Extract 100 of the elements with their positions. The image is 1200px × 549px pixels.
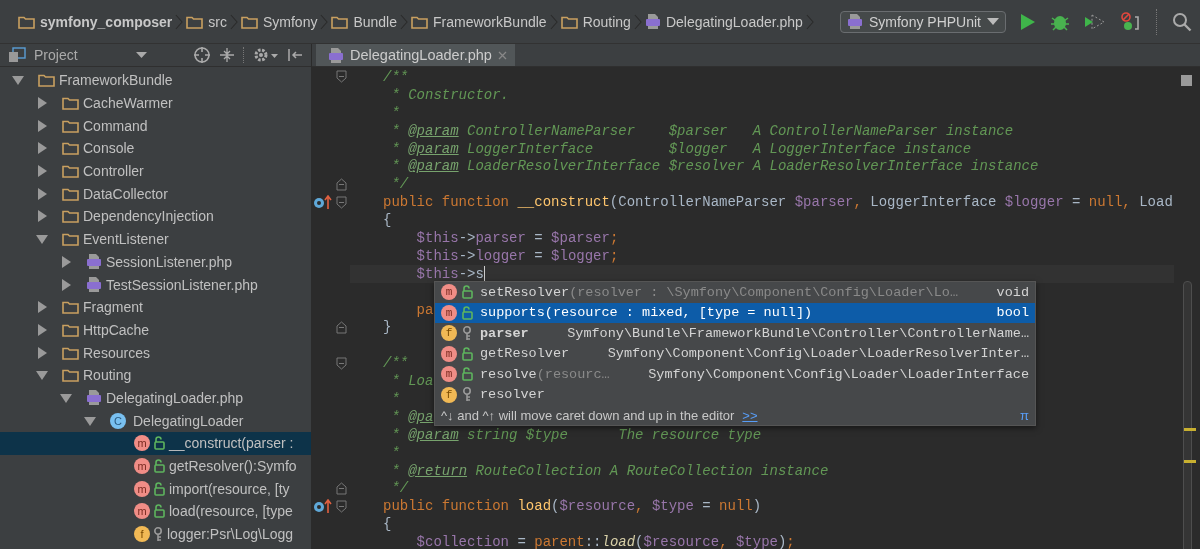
collapsed-arrow-icon[interactable] [36,97,48,110]
run-config-dropdown[interactable]: Symfony PHPUnit [839,10,1006,33]
tree-item[interactable]: Routing [0,363,311,387]
collapse-icon[interactable] [219,47,235,63]
pin-icon[interactable]: π [1020,407,1029,423]
folder-icon [62,96,79,111]
tree-item[interactable]: Command [0,114,311,138]
breadcrumb[interactable]: Routing [582,13,631,30]
tree-item[interactable]: Controller [0,159,311,183]
completion-item[interactable]: m getResolver Symfony\Component\Config\Loader\LoaderResolverInter… [435,343,1035,364]
method-icon: m [441,304,457,321]
code-line: * @param LoggerInterface $logger A LoggerInterface instance [390,139,972,158]
breadcrumb[interactable]: symfony_composer [40,13,173,30]
coverage-icon[interactable] [1084,12,1106,31]
tree-item[interactable]: Console [0,137,311,160]
folder-icon [62,345,79,360]
breadcrumb[interactable]: FrameworkBundle [433,13,547,30]
expanded-arrow-icon[interactable] [84,414,96,427]
collapsed-arrow-icon[interactable] [36,301,48,314]
hint-link[interactable]: >> [742,407,758,423]
tree-item[interactable]: CacheWarmer [0,91,311,115]
php-file-icon [846,13,863,30]
fold-icon[interactable] [335,499,347,513]
expanded-arrow-icon[interactable] [36,369,48,382]
gear-icon[interactable] [253,47,279,63]
expanded-arrow-icon[interactable] [60,391,72,404]
folder-icon [62,322,79,337]
editor-tab[interactable]: DelegatingLoader.php [316,44,515,66]
completion-item[interactable]: f parser Symfony\Bundle\FrameworkBundle\Controller\ControllerName… [435,323,1035,344]
collapsed-arrow-icon[interactable] [36,119,48,132]
class-icon: C [110,412,126,429]
collapsed-arrow-icon[interactable] [36,165,48,178]
fold-icon[interactable] [335,177,347,191]
folder-icon [18,14,35,29]
code-line: * @param ControllerNameParser $parser A ControllerNameParser instance [390,121,1014,140]
expanded-arrow-icon[interactable] [36,233,48,246]
hide-panel-icon[interactable] [287,48,303,62]
expanded-arrow-icon[interactable] [12,74,24,87]
tree-item[interactable]: f logger:Psr\Log\Logg [0,522,311,546]
field-icon: f [134,526,150,543]
completion-item[interactable]: m resolve(resourc… Symfony\Component\Config\Loader\LoaderInterface [435,364,1035,385]
completion-item[interactable]: f resolver [435,384,1035,405]
collapsed-arrow-icon[interactable] [36,187,48,200]
code-line: public function load($resource, $type = null) [382,497,762,516]
override-icon[interactable] [313,499,333,514]
breadcrumb[interactable]: DelegatingLoader.php [665,13,803,30]
panel-title[interactable]: Project [34,47,78,63]
key-icon [153,526,163,542]
completion-item[interactable]: m setResolver(resolver : \Symfony\Component\Config\Loader\Lo… void [435,282,1035,303]
lock-icon [153,459,165,474]
code-line: /** [382,68,409,86]
fold-icon[interactable] [335,70,347,84]
caret-icon[interactable] [135,51,147,59]
method-icon: m [134,458,150,475]
tree-item[interactable]: m load(resource, [type [0,500,311,523]
collapsed-arrow-icon[interactable] [60,255,72,268]
collapsed-arrow-icon[interactable] [60,278,72,291]
tree-item[interactable]: Fragment [0,295,311,319]
lock-icon [461,305,473,320]
fold-icon[interactable] [335,320,347,334]
method-icon: m [441,345,457,362]
tree-item[interactable]: m import(resource, [ty [0,477,311,501]
breadcrumb[interactable]: Bundle [353,13,397,30]
tree-item[interactable]: TestSessionListener.php [0,273,311,296]
tree-item[interactable]: HttpCache [0,318,311,342]
code-line: /** [382,354,409,373]
lock-icon [153,504,165,519]
code-line: */ [390,175,409,194]
tree-item[interactable]: SessionListener.php [0,250,311,274]
tree-item[interactable]: C DelegatingLoader [0,409,311,432]
fold-icon[interactable] [335,195,347,209]
folder-icon [62,209,79,224]
tree-item[interactable]: DataCollector [0,182,311,206]
breadcrumb[interactable]: Symfony [262,13,318,30]
tree-item[interactable]: DelegatingLoader.php [0,386,311,410]
lock-icon [153,436,165,451]
tree-item[interactable]: Resources [0,341,311,364]
collapsed-arrow-icon[interactable] [36,142,48,155]
crosshair-icon[interactable] [193,46,211,64]
tree-item[interactable]: DependencyInjection [0,205,311,228]
run-icon[interactable] [1020,12,1036,31]
override-icon[interactable] [313,195,333,210]
fold-icon[interactable] [335,481,347,495]
stop-debug-icon[interactable] [1120,11,1142,32]
breadcrumb[interactable]: src [208,13,227,30]
code-line: * Loa [390,372,434,391]
collapsed-arrow-icon[interactable] [36,210,48,223]
tree-item[interactable]: FrameworkBundle [0,69,311,92]
completion-item[interactable]: m supports(resource : mixed, [type = null]) bool [435,302,1035,323]
collapsed-arrow-icon[interactable] [36,323,48,336]
scrollbar-thumb[interactable] [1183,281,1192,549]
search-icon[interactable] [1172,11,1192,32]
tree-item[interactable]: m getResolver():Symfo [0,454,311,478]
tree-item[interactable]: EventListener [0,227,311,251]
tree-item[interactable]: m __construct(parser : [0,432,311,455]
code-line: { [382,515,392,534]
fold-icon[interactable] [335,356,347,370]
close-icon[interactable] [497,50,507,60]
collapsed-arrow-icon[interactable] [36,346,48,359]
folder-icon [411,14,428,29]
